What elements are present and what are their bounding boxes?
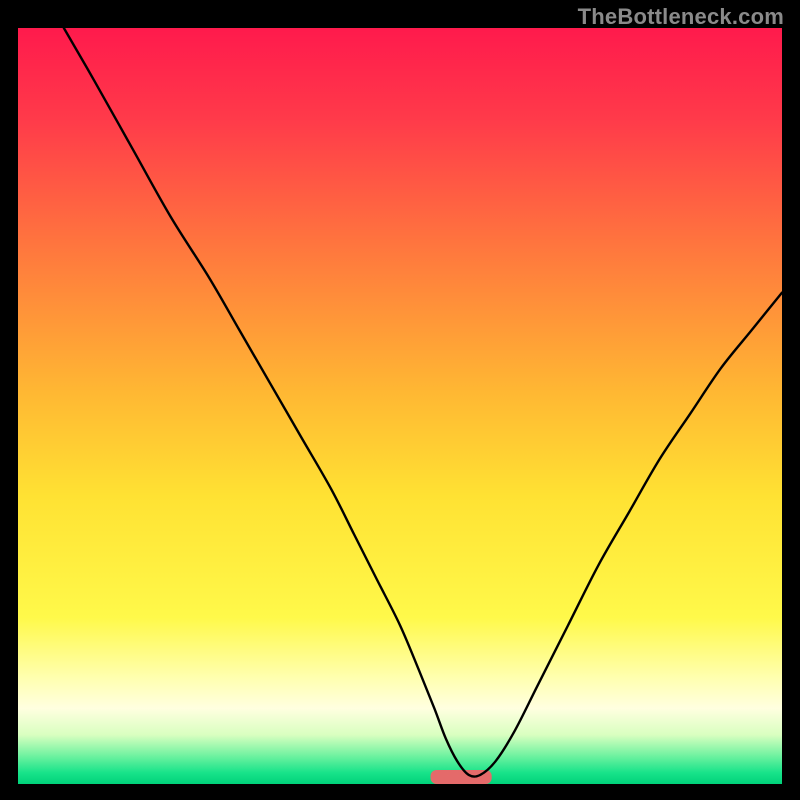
bottleneck-chart [18, 28, 782, 784]
gradient-background [18, 28, 782, 784]
optimal-range-marker [431, 770, 492, 784]
chart-frame [18, 28, 782, 784]
watermark-text: TheBottleneck.com [578, 4, 784, 30]
